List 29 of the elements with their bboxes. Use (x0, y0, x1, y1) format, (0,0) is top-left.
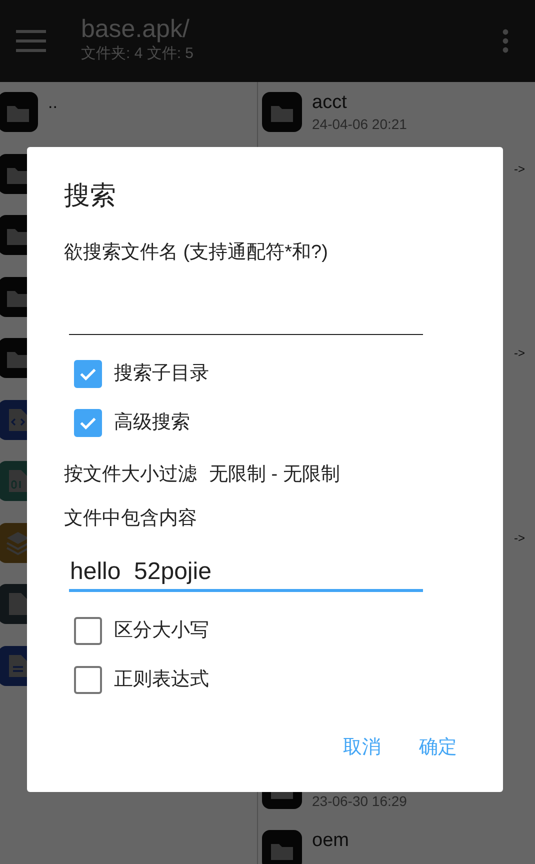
checkbox-label: 搜索子目录 (114, 362, 209, 386)
file-date: 23-06-30 16:29 (312, 792, 407, 810)
folder-icon (0, 92, 38, 132)
file-name: oem (312, 830, 349, 852)
link-arrow: -> (514, 346, 526, 360)
checkbox[interactable] (74, 408, 102, 436)
folder-icon (262, 92, 302, 132)
file-date: 24-04-06 20:21 (312, 115, 407, 134)
link-arrow: -> (514, 162, 526, 176)
file-name: .. (48, 92, 58, 114)
more-options-icon[interactable] (502, 29, 509, 53)
checkbox[interactable] (74, 616, 102, 644)
folder-count: 文件夹: 4 文件: 5 (81, 44, 195, 64)
checkbox-label: 正则表达式 (114, 668, 209, 692)
filter-label: 按文件大小过滤 (64, 463, 197, 487)
size-range[interactable]: 无限制 - 无限制 (209, 461, 340, 489)
checkbox-label: 区分大小写 (114, 618, 209, 642)
content-input-field[interactable]: hello 52pojie (69, 553, 423, 592)
link-arrow: -> (514, 530, 526, 544)
folder-title: base.apk/ (81, 14, 190, 44)
menu-icon[interactable] (16, 30, 46, 52)
file-name: acct (312, 92, 348, 114)
checkbox[interactable] (74, 360, 102, 388)
dialog-title: 搜索 (64, 179, 117, 212)
field-label: 文件中包含内容 (64, 507, 198, 531)
checkbox-label: 高级搜索 (114, 410, 190, 434)
field-label: 欲搜索文件名 (支持通配符*和?) (64, 241, 329, 265)
checkbox[interactable] (74, 666, 102, 694)
folder-icon (262, 830, 302, 864)
